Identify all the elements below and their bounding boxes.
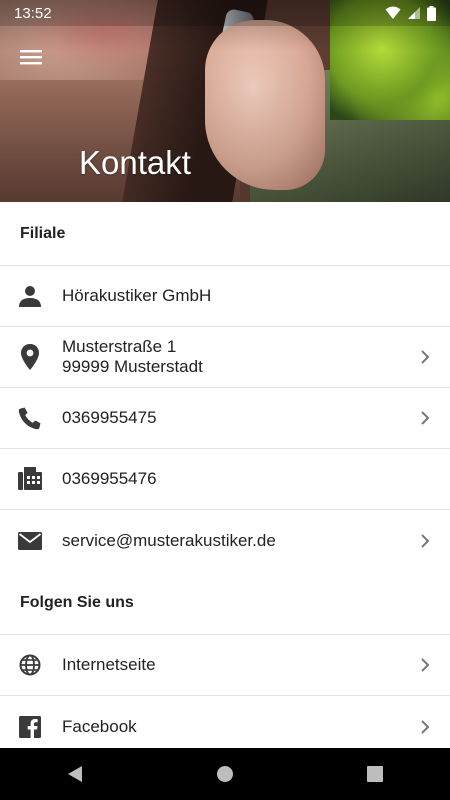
home-circle-icon [217, 766, 233, 782]
chevron-right-icon [421, 350, 430, 364]
wifi-icon [385, 6, 401, 19]
contact-row-address[interactable]: Musterstraße 1 99999 Musterstadt [0, 327, 450, 388]
section-title-filiale: Filiale [0, 202, 450, 266]
location-pin-icon [21, 344, 39, 370]
person-icon [19, 286, 41, 307]
chevron-right-icon [421, 411, 430, 425]
website-label: Internetseite [62, 655, 156, 674]
contact-content: Filiale Hörakustiker GmbH Musterstraße 1… [0, 202, 450, 757]
status-time: 13:52 [14, 4, 52, 22]
hero-overlay [0, 0, 450, 202]
hamburger-menu-icon [20, 50, 42, 65]
address-line-1: Musterstraße 1 [62, 337, 177, 356]
nav-home-button[interactable] [195, 754, 255, 794]
address-line-2: 99999 Musterstadt [62, 357, 203, 376]
contact-row-email[interactable]: service@musterakustiker.de [0, 510, 450, 571]
chevron-right-icon [421, 658, 430, 672]
globe-icon [19, 654, 41, 676]
section-title-follow: Folgen Sie uns [0, 571, 450, 635]
back-triangle-icon [68, 766, 82, 782]
branch-name: Hörakustiker GmbH [62, 286, 212, 305]
phone-icon [18, 407, 41, 430]
nav-back-button[interactable] [45, 754, 105, 794]
fax-icon [18, 467, 42, 490]
battery-icon [427, 5, 436, 21]
fax-number: 0369955476 [62, 469, 157, 488]
chevron-right-icon [421, 719, 430, 734]
facebook-label: Facebook [62, 716, 137, 736]
header-hero-image [0, 0, 450, 202]
contact-row-fax: 0369955476 [0, 449, 450, 510]
status-bar: 13:52 [0, 0, 450, 26]
contact-row-name: Hörakustiker GmbH [0, 266, 450, 327]
contact-row-phone[interactable]: 0369955475 [0, 388, 450, 449]
envelope-icon [18, 531, 42, 550]
menu-button[interactable] [14, 44, 48, 70]
facebook-icon [19, 715, 41, 738]
system-nav-bar [0, 748, 450, 800]
status-icons [385, 5, 436, 21]
address: Musterstraße 1 99999 Musterstadt [62, 337, 400, 377]
signal-icon [408, 7, 420, 19]
email-address: service@musterakustiker.de [62, 530, 276, 550]
chevron-right-icon [421, 533, 430, 548]
social-row-website[interactable]: Internetseite [0, 635, 450, 696]
phone-number: 0369955475 [62, 408, 157, 427]
recents-square-icon [367, 766, 383, 782]
nav-recents-button[interactable] [345, 754, 405, 794]
page-title: Kontakt [79, 144, 191, 181]
